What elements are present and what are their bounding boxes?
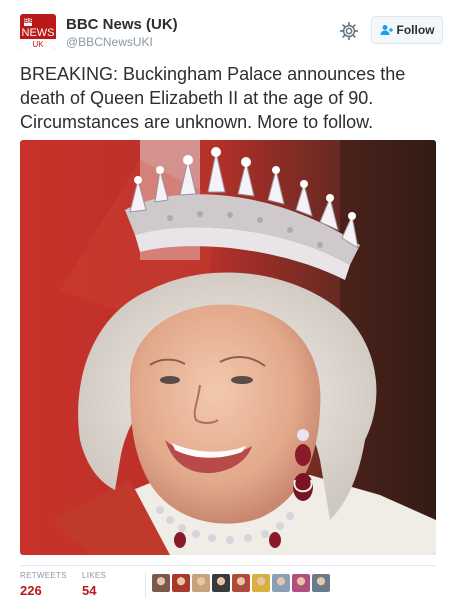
follow-button[interactable]: Follow: [371, 16, 443, 44]
liker-avatar[interactable]: [272, 574, 290, 592]
display-name[interactable]: BBC News (UK): [66, 16, 178, 33]
tweet-stats-bar: RETWEETS 226 LIKES 54: [20, 565, 436, 599]
likes-label: LIKES: [82, 571, 107, 580]
stats-divider: [145, 572, 146, 598]
likes-stat[interactable]: LIKES 54: [82, 571, 106, 598]
tweet-header: BBC NEWS UK BBC News (UK) @BBCNewsUKI Fo…: [20, 14, 443, 54]
user-handle[interactable]: @BBCNewsUKI: [66, 35, 153, 49]
avatar-uk-text: UK: [20, 39, 56, 50]
bbc-logo-text: BBC: [24, 18, 40, 26]
gear-icon[interactable]: [339, 21, 359, 41]
liker-avatar[interactable]: [172, 574, 190, 592]
liker-avatar[interactable]: [232, 574, 250, 592]
liker-avatar[interactable]: [252, 574, 270, 592]
queen-portrait-image: [20, 140, 436, 555]
add-user-icon: [380, 25, 393, 35]
retweets-stat[interactable]: RETWEETS 226: [20, 571, 67, 598]
tweet-text: BREAKING: Buckingham Palace announces th…: [20, 64, 406, 132]
liker-avatar[interactable]: [212, 574, 230, 592]
liker-avatar[interactable]: [292, 574, 310, 592]
follow-label: Follow: [396, 23, 435, 37]
retweets-count: 226: [20, 583, 42, 598]
avatar[interactable]: BBC NEWS UK: [20, 14, 56, 50]
bbc-logo: BBC: [24, 18, 40, 26]
liker-avatar[interactable]: [152, 574, 170, 592]
avatar-news-text: NEWS: [21, 27, 55, 39]
liker-avatars: [152, 574, 330, 592]
liker-avatar[interactable]: [192, 574, 210, 592]
liker-avatar[interactable]: [312, 574, 330, 592]
retweets-label: RETWEETS: [20, 571, 67, 580]
tweet-photo[interactable]: [20, 140, 436, 555]
likes-count: 54: [82, 583, 97, 598]
